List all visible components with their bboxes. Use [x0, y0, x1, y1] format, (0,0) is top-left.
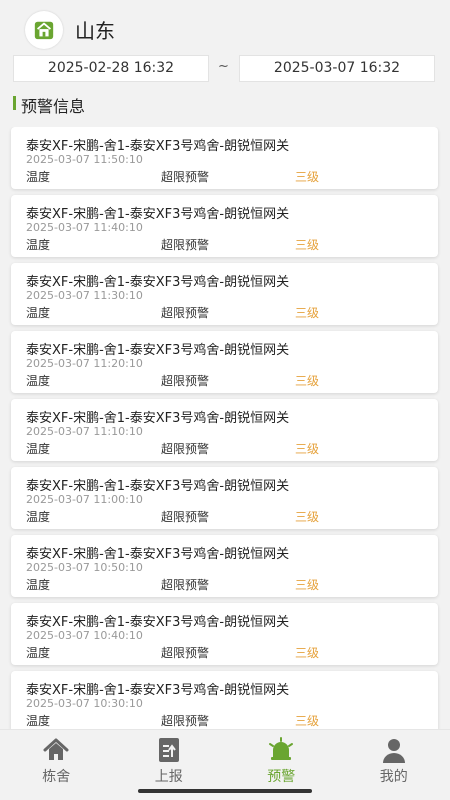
tab-label: 上报 [154, 769, 183, 785]
alert-time: 2025-03-07 10:30:10 [26, 697, 143, 710]
alert-card[interactable]: 泰安XF-宋鹏-舍1-泰安XF3号鸡舍-朗锐恒网关 2025-03-07 11:… [11, 399, 438, 461]
header: 山东 [0, 0, 450, 56]
alert-kind: 超限预警 [161, 238, 210, 252]
alert-type: 温度 [26, 714, 51, 728]
alert-name: 泰安XF-宋鹏-舍1-泰安XF3号鸡舍-朗锐恒网关 [26, 343, 290, 358]
tab-alerts[interactable]: 预警 [225, 730, 338, 788]
alert-level: 三级 [295, 578, 320, 592]
alert-type: 温度 [26, 646, 51, 660]
alert-name: 泰安XF-宋鹏-舍1-泰安XF3号鸡舍-朗锐恒网关 [26, 139, 290, 154]
alert-kind: 超限预警 [161, 442, 210, 456]
alert-kind: 超限预警 [161, 170, 210, 184]
tab-label: 预警 [267, 769, 296, 785]
end-date-field[interactable]: 2025-03-07 16:32 [239, 55, 435, 82]
alert-card[interactable]: 泰安XF-宋鹏-舍1-泰安XF3号鸡舍-朗锐恒网关 2025-03-07 10:… [11, 535, 438, 597]
alert-name: 泰安XF-宋鹏-舍1-泰安XF3号鸡舍-朗锐恒网关 [26, 411, 290, 426]
alert-level: 三级 [295, 442, 320, 456]
alert-card[interactable]: 泰安XF-宋鹏-舍1-泰安XF3号鸡舍-朗锐恒网关 2025-03-07 11:… [11, 195, 438, 257]
alert-card[interactable]: 泰安XF-宋鹏-舍1-泰安XF3号鸡舍-朗锐恒网关 2025-03-07 11:… [11, 263, 438, 325]
date-range-separator: ~ [218, 59, 229, 74]
region-title[interactable]: 山东 [75, 15, 115, 44]
alert-type: 温度 [26, 510, 51, 524]
house-icon [34, 21, 54, 40]
alert-kind: 超限预警 [161, 646, 210, 660]
alert-name: 泰安XF-宋鹏-舍1-泰安XF3号鸡舍-朗锐恒网关 [26, 547, 290, 562]
alert-type: 温度 [26, 238, 51, 252]
alert-time: 2025-03-07 10:40:10 [26, 629, 143, 642]
alert-time: 2025-03-07 11:10:10 [26, 425, 143, 438]
start-date-field[interactable]: 2025-02-28 16:32 [13, 55, 209, 82]
home-icon [43, 738, 69, 760]
alert-kind: 超限预警 [161, 374, 210, 388]
alert-time: 2025-03-07 11:40:10 [26, 221, 143, 234]
home-button[interactable] [25, 11, 63, 49]
alert-type: 温度 [26, 442, 51, 456]
section-accent-bar [13, 96, 16, 110]
alert-type: 温度 [26, 578, 51, 592]
alert-list[interactable]: 泰安XF-宋鹏-舍1-泰安XF3号鸡舍-朗锐恒网关 2025-03-07 11:… [0, 127, 450, 729]
alert-type: 温度 [26, 170, 51, 184]
alert-level: 三级 [295, 646, 320, 660]
alert-name: 泰安XF-宋鹏-舍1-泰安XF3号鸡舍-朗锐恒网关 [26, 207, 290, 222]
tab-houses[interactable]: 栋舍 [0, 730, 113, 788]
alert-card[interactable]: 泰安XF-宋鹏-舍1-泰安XF3号鸡舍-朗锐恒网关 2025-03-07 11:… [11, 331, 438, 393]
alert-name: 泰安XF-宋鹏-舍1-泰安XF3号鸡舍-朗锐恒网关 [26, 683, 290, 698]
alert-time: 2025-03-07 11:50:10 [26, 153, 143, 166]
alert-type: 温度 [26, 374, 51, 388]
report-icon [158, 738, 179, 762]
alert-name: 泰安XF-宋鹏-舍1-泰安XF3号鸡舍-朗锐恒网关 [26, 479, 290, 494]
alert-time: 2025-03-07 11:30:10 [26, 289, 143, 302]
alert-time: 2025-03-07 10:50:10 [26, 561, 143, 574]
alert-name: 泰安XF-宋鹏-舍1-泰安XF3号鸡舍-朗锐恒网关 [26, 615, 290, 630]
alert-card[interactable]: 泰安XF-宋鹏-舍1-泰安XF3号鸡舍-朗锐恒网关 2025-03-07 11:… [11, 127, 438, 189]
alert-kind: 超限预警 [161, 306, 210, 320]
tab-report[interactable]: 上报 [113, 730, 226, 788]
alarm-bell-icon [269, 737, 294, 760]
alert-kind: 超限预警 [161, 510, 210, 524]
alert-level: 三级 [295, 306, 320, 320]
alert-name: 泰安XF-宋鹏-舍1-泰安XF3号鸡舍-朗锐恒网关 [26, 275, 290, 290]
bottom-tab-bar: 栋舍 上报 预警 我的 [0, 729, 450, 788]
alert-level: 三级 [295, 714, 320, 728]
section-title: 预警信息 [21, 97, 86, 116]
alert-level: 三级 [295, 238, 320, 252]
alert-level: 三级 [295, 170, 320, 184]
alert-card[interactable]: 泰安XF-宋鹏-舍1-泰安XF3号鸡舍-朗锐恒网关 2025-03-07 10:… [11, 603, 438, 665]
tab-label: 栋舍 [42, 769, 71, 785]
alert-type: 温度 [26, 306, 51, 320]
tab-profile[interactable]: 我的 [338, 730, 450, 788]
home-indicator[interactable] [138, 789, 312, 793]
alert-kind: 超限预警 [161, 714, 210, 728]
alert-card[interactable]: 泰安XF-宋鹏-舍1-泰安XF3号鸡舍-朗锐恒网关 2025-03-07 11:… [11, 467, 438, 529]
alert-card[interactable]: 泰安XF-宋鹏-舍1-泰安XF3号鸡舍-朗锐恒网关 2025-03-07 10:… [11, 671, 438, 729]
alert-time: 2025-03-07 11:20:10 [26, 357, 143, 370]
alert-level: 三级 [295, 374, 320, 388]
alert-kind: 超限预警 [161, 578, 210, 592]
tab-label: 我的 [379, 769, 408, 785]
alert-time: 2025-03-07 11:00:10 [26, 493, 143, 506]
user-icon [382, 739, 405, 763]
alert-level: 三级 [295, 510, 320, 524]
